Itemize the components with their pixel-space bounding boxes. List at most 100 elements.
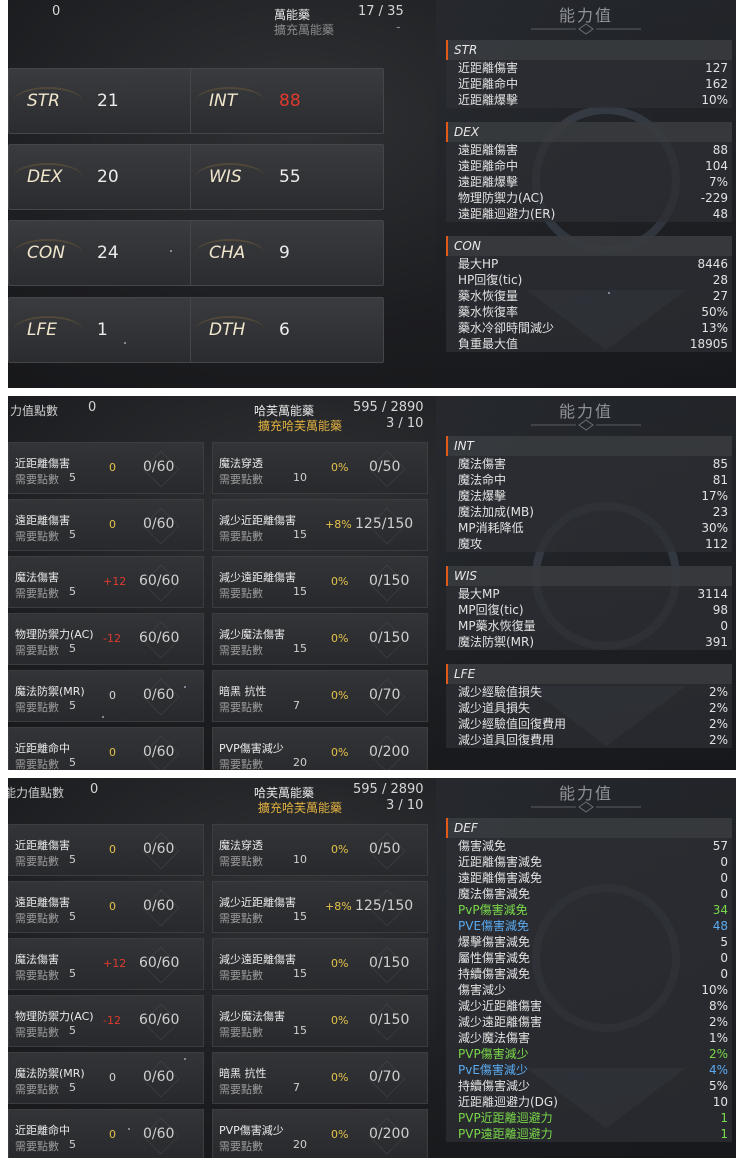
stat-box-dth[interactable]: DTH 6 [190,297,384,363]
stat-row-label: PvP傷害減免 [458,903,528,917]
skill-required-label: 需要點數 [15,701,59,714]
elixir-skill-slot[interactable]: 物理防禦力(AC) 需要點數 5 -12 60/60 [8,613,204,665]
stat-row-value: 3114 [697,587,728,601]
elixir-skill-slot[interactable]: 減少魔法傷害 需要點數 15 0% 0/150 [212,995,428,1047]
stat-row: PvP傷害減免 34 [446,902,732,918]
skill-bonus: 0 [109,843,116,856]
stat-row-value: 391 [705,635,728,649]
stat-row: 藥水恢復率 50% [446,304,732,320]
stat-row-label: 魔法傷害 [458,457,507,471]
stat-row: 爆擊傷害減免 5 [446,934,732,950]
skill-progress: 60/60 [139,573,180,589]
elixir-skill-slot[interactable]: 減少遠距離傷害 需要點數 15 0% 0/150 [212,556,428,608]
elixir-value: 17 / 35 [358,4,404,19]
stat-row-label: 魔法命中 [458,473,507,487]
stat-box-str[interactable]: STR 21 [8,68,202,134]
skill-required-label: 需要點數 [15,1083,59,1096]
attribute-panel-elixir: 力值點數 0 哈芙萬能藥 595 / 2890 擴充哈芙萬能藥 3 / 10 近… [8,396,736,770]
skill-required-value: 5 [69,642,76,655]
elixir-skill-slot[interactable]: 減少近距離傷害 需要點數 15 +8% 125/150 [212,881,428,933]
stat-points-label: 力值點數 [10,404,59,418]
skill-required-value: 20 [293,756,307,769]
stat-row-label: 減少道具回復費用 [458,733,555,747]
stat-row-label: 持續傷害減免 [458,967,531,981]
elixir-skill-slot[interactable]: PVP傷害減少 需要點數 20 0% 0/200 [212,727,428,770]
elixir-skill-slot[interactable]: 近距離傷害 需要點數 5 0 0/60 [8,442,204,494]
stat-row-value: 30% [701,521,728,535]
elixir-skill-slot[interactable]: 近距離命中 需要點數 5 0 0/60 [8,1109,204,1158]
extended-elixir-value: 3 / 10 [386,798,424,813]
stat-row-label: MP藥水恢復量 [458,619,536,633]
elixir-value: 595 / 2890 [353,782,424,797]
elixir-skill-slot[interactable]: 魔法防禦(MR) 需要點數 5 0 0/60 [8,1052,204,1104]
stat-row-label: 藥水恢復量 [458,289,519,303]
sparkle-icon [184,686,186,688]
stat-row: PVP傷害減少 2% [446,1046,732,1062]
skill-name: 遠距離傷害 [15,896,70,909]
stat-box-dex[interactable]: DEX 20 [8,144,202,210]
stat-points-value: 0 [90,782,99,797]
elixir-skill-slot[interactable]: 暗黑 抗性 需要點數 7 0% 0/70 [212,670,428,722]
stat-box-int[interactable]: INT 88 [190,68,384,134]
stat-box-wis[interactable]: WIS 55 [190,144,384,210]
stat-row-label: 爆擊傷害減免 [458,935,531,949]
stat-row-label: PVP遠距離迴避力 [458,1127,553,1141]
skill-name: 近距離傷害 [15,457,70,470]
skill-bonus: +8% [325,900,352,913]
title-ornament-icon [531,419,641,431]
stat-row-label: 遠距離傷害減免 [458,871,543,885]
elixir-skill-slot[interactable]: 魔法穿透 需要點數 10 0% 0/50 [212,442,428,494]
elixir-skill-slot[interactable]: 近距離命中 需要點數 5 0 0/60 [8,727,204,770]
section-header: CON [446,236,732,256]
elixir-skill-slot[interactable]: 魔法防禦(MR) 需要點數 5 0 0/60 [8,670,204,722]
stat-row: 減少近距離傷害 8% [446,998,732,1014]
stat-row: 遠距離傷害減免 0 [446,870,732,886]
skill-required-label: 需要點數 [219,758,263,770]
stat-section-con: CON 最大HP 8446 HP回復(tic) 28 藥水恢復量 27 藥水恢復率 50% 藥水冷… [446,236,732,352]
elixir-skill-slot[interactable]: 魔法傷害 需要點數 5 +12 60/60 [8,938,204,990]
stat-row: 近距離命中 162 [446,76,732,92]
stat-row-label: 魔法防禦(MR) [458,635,535,649]
elixir-skill-slot[interactable]: 減少遠距離傷害 需要點數 15 0% 0/150 [212,938,428,990]
skill-bonus: -12 [103,632,121,645]
elixir-skill-slot[interactable]: 遠距離傷害 需要點數 5 0 0/60 [8,881,204,933]
section-header: WIS [446,566,732,586]
elixir-skill-slot[interactable]: 減少近距離傷害 需要點數 15 +8% 125/150 [212,499,428,551]
elixir-skill-slot[interactable]: 魔法傷害 需要點數 5 +12 60/60 [8,556,204,608]
stat-row-label: 負重最大值 [458,337,519,351]
elixir-skill-slot[interactable]: 物理防禦力(AC) 需要點數 5 -12 60/60 [8,995,204,1047]
skill-bonus: 0% [331,1128,349,1141]
section-header: DEF [446,818,732,838]
elixir-skill-slot[interactable]: 遠距離傷害 需要點數 5 0 0/60 [8,499,204,551]
elixir-skill-slot[interactable]: 近距離傷害 需要點數 5 0 0/60 [8,824,204,876]
elixir-skill-slot[interactable]: 魔法穿透 需要點數 10 0% 0/50 [212,824,428,876]
elixir-skill-slot[interactable]: 暗黑 抗性 需要點數 7 0% 0/70 [212,1052,428,1104]
elixir-skill-slot[interactable]: PVP傷害減少 需要點數 20 0% 0/200 [212,1109,428,1158]
stat-row: PVP近距離迴避力 1 [446,1110,732,1126]
stat-row-label: 減少經驗值回復費用 [458,717,567,731]
skill-name: 減少魔法傷害 [219,628,285,641]
skill-name: 減少遠距離傷害 [219,953,296,966]
stat-box-lfe[interactable]: LFE 1 [8,297,202,363]
sparkle-icon [102,716,104,718]
stat-row: 魔法傷害減免 0 [446,886,732,902]
skill-required-value: 5 [69,585,76,598]
stat-box-cha[interactable]: CHA 9 [190,220,384,286]
stat-box-con[interactable]: CON 24 [8,220,202,286]
stat-row-label: MP消耗降低 [458,521,524,535]
stat-row-value: 27 [712,289,728,303]
elixir-skill-slot[interactable]: 減少魔法傷害 需要點數 15 0% 0/150 [212,613,428,665]
stat-row-value: 112 [705,537,728,551]
stat-row-value: 48 [712,207,728,221]
stat-row-label: 減少經驗值損失 [458,685,543,699]
skill-bonus: 0% [331,843,349,856]
skill-required-label: 需要點數 [219,701,263,714]
skill-name: 暗黑 抗性 [219,1067,267,1080]
skill-progress: 0/200 [369,744,410,760]
stat-row-label: 藥水恢復率 [458,305,519,319]
stat-row-label: 近距離傷害 [458,61,519,75]
stat-row-value: 10 [712,1095,728,1109]
stat-section-lfe: LFE 減少經驗值損失 2% 減少道具損失 2% 減少經驗值回復費用 2% 減少道具回復費用 2… [446,664,732,748]
skill-progress: 0/60 [143,459,175,475]
skill-required-label: 需要點數 [219,912,263,925]
